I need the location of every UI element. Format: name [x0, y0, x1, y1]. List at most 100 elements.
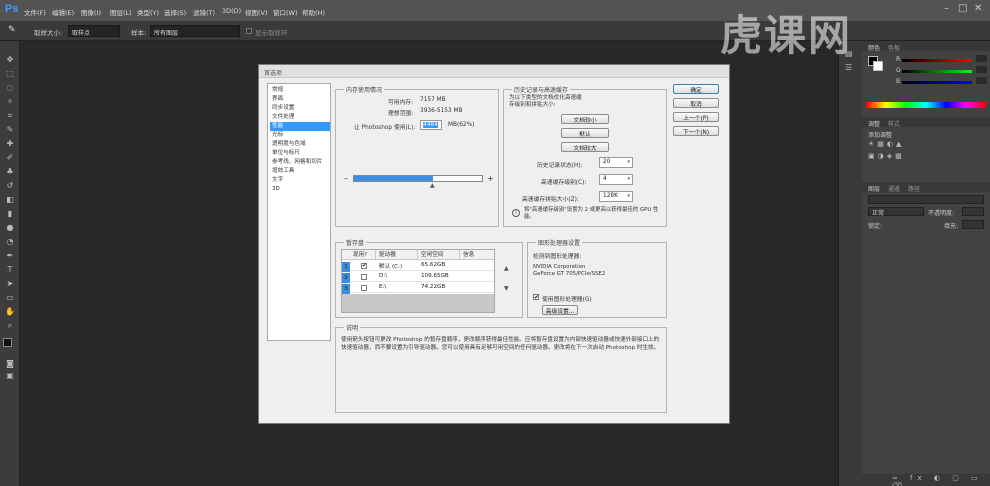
- tab-styles[interactable]: 样式: [888, 119, 900, 128]
- large-docs-button[interactable]: 文档较大: [561, 142, 609, 152]
- blend-mode-select[interactable]: 正常: [868, 207, 924, 217]
- nav-item-units[interactable]: 单位与标尺: [270, 149, 330, 158]
- healing-tool-icon[interactable]: ✚: [4, 139, 16, 149]
- nav-item-interface[interactable]: 界面: [270, 95, 330, 104]
- bg-color-chip[interactable]: [873, 61, 883, 71]
- nav-item-general[interactable]: 常规: [270, 86, 330, 95]
- b-slider[interactable]: [902, 81, 972, 84]
- table-row[interactable]: 2 D:\ 109.65GB: [342, 272, 494, 283]
- menu-view[interactable]: 视图(V): [245, 7, 268, 17]
- g-value-field[interactable]: [976, 66, 987, 73]
- usage-slider-track[interactable]: [353, 175, 483, 182]
- tab-adjustments[interactable]: 调整: [868, 119, 880, 128]
- memory-usage-group: 内存使用情况 可用内存: 7157 MB 理想范围: 3936-5153 MB …: [335, 85, 499, 227]
- layer-filter-bar[interactable]: [868, 195, 984, 204]
- blur-tool-icon[interactable]: ●: [4, 223, 16, 233]
- menu-3d[interactable]: 3D(D): [222, 7, 241, 15]
- stamp-tool-icon[interactable]: ♣: [4, 167, 16, 177]
- nav-item-transparency[interactable]: 透明度与色域: [270, 140, 330, 149]
- menu-window[interactable]: 窗口(W): [273, 7, 298, 17]
- decrease-icon[interactable]: –: [344, 174, 348, 183]
- history-states-field[interactable]: 20 ▾: [599, 157, 633, 168]
- menu-filter[interactable]: 滤镜(T): [193, 7, 215, 17]
- scratch-active-checkbox[interactable]: ✔: [361, 263, 367, 269]
- adjustment-icons-row-1[interactable]: ☀▦◐▲: [868, 140, 948, 148]
- use-gpu-checkbox[interactable]: ✔: [533, 294, 539, 301]
- path-select-tool-icon[interactable]: ➤: [4, 279, 16, 289]
- brush-tool-icon[interactable]: ✐: [4, 153, 16, 163]
- hand-tool-icon[interactable]: ✋: [4, 307, 16, 317]
- cache-levels-field[interactable]: 4 ▾: [599, 174, 633, 185]
- cache-tile-select[interactable]: 128K ▾: [599, 191, 633, 202]
- nav-item-guides[interactable]: 参考线、网格和切片: [270, 158, 330, 167]
- eraser-tool-icon[interactable]: ◧: [4, 195, 16, 205]
- usage-input[interactable]: 4484: [420, 120, 442, 130]
- nav-item-cursors[interactable]: 光标: [270, 131, 330, 140]
- pen-tool-icon[interactable]: ✒: [4, 251, 16, 261]
- next-button[interactable]: 下一个(N): [673, 126, 719, 136]
- sample-size-select[interactable]: 取样点: [68, 25, 120, 37]
- menu-select[interactable]: 选择(S): [164, 7, 186, 17]
- eyedropper-tool-icon[interactable]: ✎: [4, 125, 16, 135]
- menu-image[interactable]: 图像(I): [81, 7, 101, 17]
- cancel-button[interactable]: 取消: [673, 98, 719, 108]
- nav-item-type[interactable]: 文字: [270, 176, 330, 185]
- dodge-tool-icon[interactable]: ◔: [4, 237, 16, 247]
- crop-tool-icon[interactable]: ⌗: [4, 111, 16, 121]
- scratch-active-checkbox[interactable]: [361, 285, 367, 291]
- type-tool-icon[interactable]: T: [4, 265, 16, 275]
- scratch-disk-table: 现用? 驱动器 空闲空间 信息 1 ✔ 默认 (C:) 65.62GB 2 D:…: [341, 249, 495, 313]
- adjustment-icons-row-2[interactable]: ▣◑◈▩: [868, 152, 948, 160]
- opacity-field[interactable]: [962, 207, 984, 216]
- b-value-field[interactable]: [976, 77, 987, 84]
- color-spectrum-bar[interactable]: [866, 102, 986, 108]
- default-button[interactable]: 默认: [561, 128, 609, 138]
- table-row[interactable]: 1 ✔ 默认 (C:) 65.62GB: [342, 261, 494, 272]
- quick-select-tool-icon[interactable]: ✧: [4, 97, 16, 107]
- menu-type[interactable]: 类型(Y): [137, 7, 159, 17]
- screen-mode-icon[interactable]: ▣: [4, 371, 16, 381]
- tab-channels[interactable]: 通道: [888, 184, 900, 193]
- ok-button[interactable]: 确定: [673, 84, 719, 94]
- gradient-tool-icon[interactable]: ▮: [4, 209, 16, 219]
- sample-select[interactable]: 所有图层: [150, 25, 240, 37]
- menu-help[interactable]: 帮助(H): [302, 7, 325, 17]
- history-brush-tool-icon[interactable]: ↺: [4, 181, 16, 191]
- usage-slider-handle[interactable]: ▲: [430, 183, 435, 189]
- marquee-tool-icon[interactable]: ⬚: [4, 69, 16, 79]
- g-slider[interactable]: [902, 70, 972, 73]
- menu-layer[interactable]: 图层(L): [110, 7, 132, 17]
- zoom-tool-icon[interactable]: ⌕: [4, 321, 16, 331]
- properties-panel-icon[interactable]: ☰: [845, 63, 856, 72]
- memory-group-title: 内存使用情况: [344, 85, 385, 94]
- nav-item-plugins[interactable]: 增效工具: [270, 167, 330, 176]
- increase-icon[interactable]: +: [487, 174, 494, 183]
- quick-mask-icon[interactable]: ◙: [4, 359, 16, 369]
- small-docs-button[interactable]: 文档较小: [561, 114, 609, 124]
- move-down-icon[interactable]: ▼: [504, 285, 509, 292]
- menu-edit[interactable]: 编辑(E): [52, 7, 74, 17]
- nav-item-file-handling[interactable]: 文件处理: [270, 113, 330, 122]
- tab-layers[interactable]: 图层: [868, 184, 880, 193]
- previous-button[interactable]: 上一个(P): [673, 112, 719, 122]
- scratch-active-checkbox[interactable]: [361, 274, 367, 280]
- menu-file[interactable]: 文件(F): [24, 7, 46, 17]
- nav-item-performance[interactable]: 性能: [270, 122, 330, 131]
- shape-tool-icon[interactable]: ▭: [4, 293, 16, 303]
- eyedropper-icon[interactable]: ✎: [8, 25, 18, 35]
- history-states-label: 历史记录状态(H):: [537, 163, 583, 169]
- move-tool-icon[interactable]: ✥: [4, 55, 16, 65]
- fill-field[interactable]: [962, 220, 984, 229]
- layer-footer-icons[interactable]: ∞ fx ◐ ▢ ▭ ⌫: [862, 474, 990, 486]
- nav-item-3d[interactable]: 3D: [270, 185, 330, 194]
- tab-paths[interactable]: 路径: [908, 184, 920, 193]
- table-row[interactable]: 3 E:\ 74.22GB: [342, 283, 494, 294]
- show-ring-checkbox[interactable]: [246, 28, 252, 34]
- nav-item-sync[interactable]: 同步设置: [270, 104, 330, 113]
- dialog-title-bar[interactable]: 首选项: [259, 65, 729, 78]
- advanced-settings-button[interactable]: 高级设置...: [542, 305, 578, 315]
- lasso-tool-icon[interactable]: ◌: [4, 83, 16, 93]
- history-states-arrow-icon: ▾: [627, 159, 630, 165]
- move-up-icon[interactable]: ▲: [504, 265, 509, 272]
- foreground-color-swatch[interactable]: [3, 338, 12, 347]
